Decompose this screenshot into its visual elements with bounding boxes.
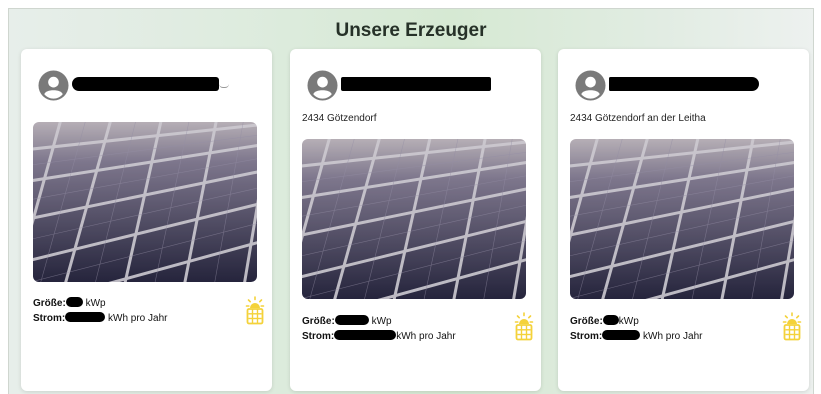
producer-card[interactable]: 2434 Götzendorf an der Leitha Größe: kWp …	[558, 49, 809, 391]
power-row: Strom: kWh pro Jahr	[302, 329, 456, 344]
redacted-power-value	[65, 312, 106, 322]
power-label: Strom:	[570, 331, 603, 342]
solar-panel-sun-icon	[782, 312, 802, 342]
size-label: Größe:	[33, 298, 66, 309]
size-row: Größe: kWp	[33, 296, 167, 311]
producer-stats: Größe: kWp Strom: kWh pro Jahr	[33, 296, 167, 326]
power-label: Strom:	[302, 331, 335, 342]
size-row: Größe: kWp	[570, 314, 702, 329]
producer-card[interactable]: Größe: kWp Strom: kWh pro Jahr	[21, 49, 272, 391]
redacted-size-value	[602, 315, 619, 325]
producer-stats: Größe: kWp Strom: kWh pro Jahr	[302, 314, 456, 344]
power-label: Strom:	[33, 313, 66, 324]
redacted-size-value	[65, 297, 83, 307]
section-title: Unsere Erzeuger	[335, 20, 487, 41]
power-unit: kWh pro Jahr	[643, 331, 703, 342]
name-text-remnant	[219, 80, 229, 88]
redacted-size-value	[334, 315, 369, 325]
producer-card[interactable]: 2434 Götzendorf Größe: kWp Strom: kWh pro…	[290, 49, 541, 391]
size-row: Größe: kWp	[302, 314, 456, 329]
redacted-power-value	[334, 330, 397, 340]
solar-panel-sun-icon	[245, 296, 265, 326]
power-unit: kWh pro Jahr	[108, 313, 168, 324]
size-unit: kWp	[618, 316, 639, 327]
redacted-power-value	[602, 330, 641, 340]
producer-location: 2434 Götzendorf an der Leitha	[570, 113, 706, 124]
size-unit: kWp	[371, 316, 392, 327]
size-label: Größe:	[570, 316, 603, 327]
power-row: Strom: kWh pro Jahr	[33, 311, 167, 326]
solar-panel-sun-icon	[514, 312, 534, 342]
solar-panel-photo	[33, 122, 257, 282]
producer-stats: Größe: kWp Strom: kWh pro Jahr	[570, 314, 702, 344]
producers-section: Unsere Erzeuger Größe: kWp Strom: kWh pr…	[8, 8, 814, 394]
redacted-producer-name	[609, 77, 759, 91]
solar-panel-photo	[302, 139, 526, 299]
power-unit: kWh pro Jahr	[396, 331, 456, 342]
producer-location: 2434 Götzendorf	[302, 113, 377, 124]
size-unit: kWp	[85, 298, 106, 309]
power-row: Strom: kWh pro Jahr	[570, 329, 702, 344]
redacted-producer-name	[341, 77, 491, 91]
size-label: Größe:	[302, 316, 335, 327]
avatar-icon	[307, 70, 338, 101]
solar-panel-photo	[570, 139, 794, 299]
avatar-icon	[575, 70, 606, 101]
avatar-icon	[38, 70, 69, 101]
redacted-producer-name	[72, 77, 219, 91]
